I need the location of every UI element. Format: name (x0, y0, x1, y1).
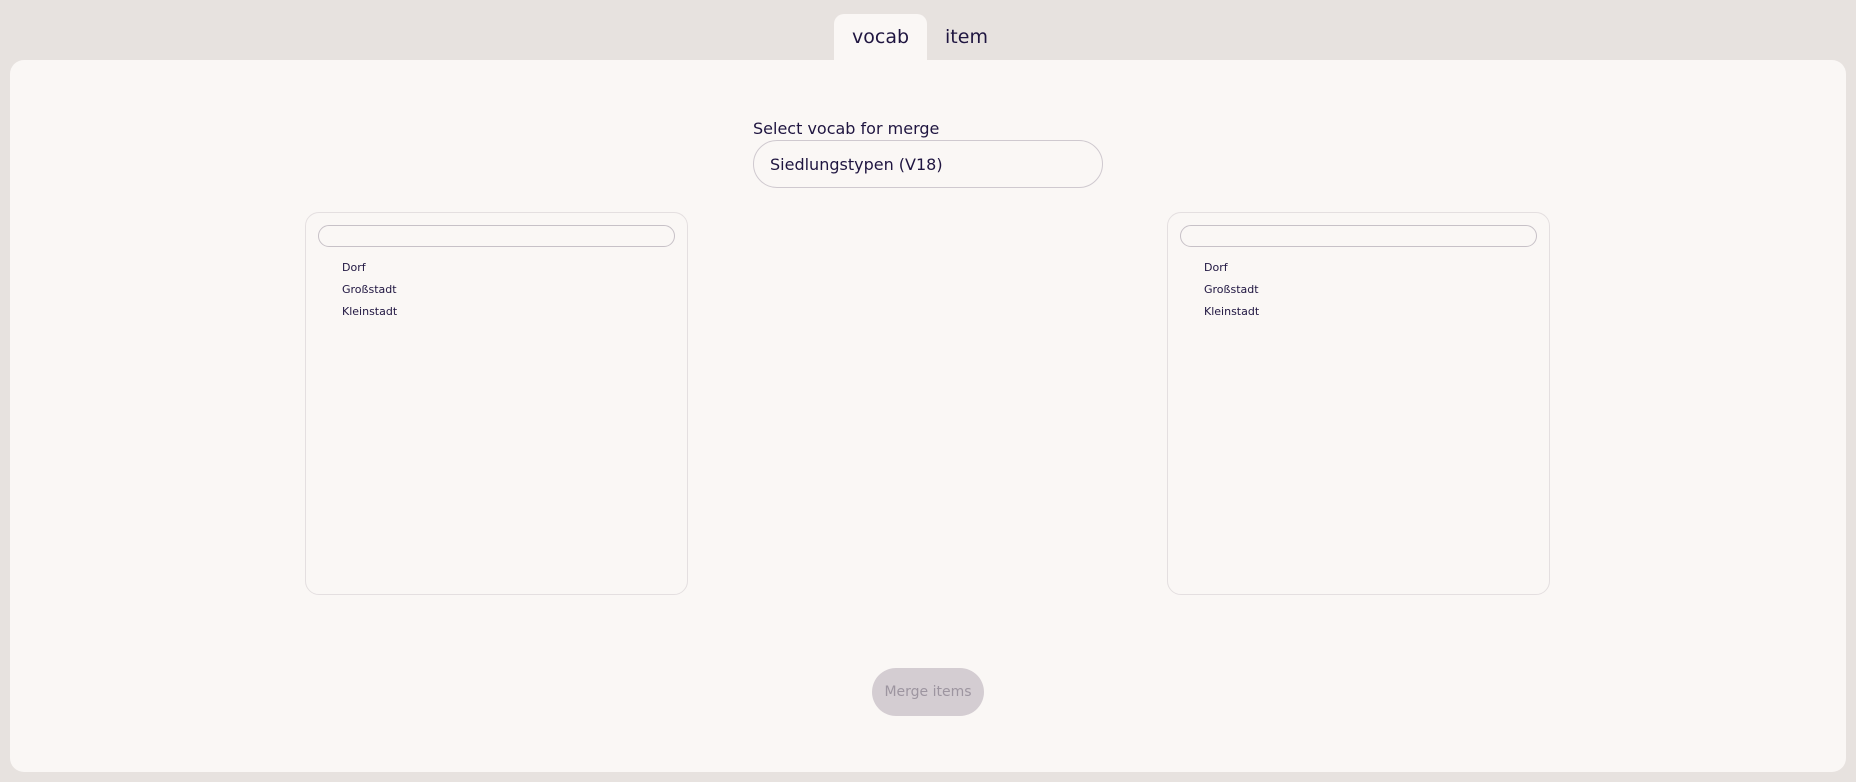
vocab-select[interactable]: Siedlungstypen (V18) (753, 140, 1103, 188)
list-item[interactable]: Großstadt (342, 279, 397, 301)
right-items: Dorf Großstadt Kleinstadt (1204, 257, 1259, 323)
list-item[interactable]: Dorf (1204, 257, 1259, 279)
vocab-select-label: Select vocab for merge (753, 119, 940, 138)
list-item[interactable]: Kleinstadt (1204, 301, 1259, 323)
right-item-list: Dorf Großstadt Kleinstadt (1167, 212, 1550, 595)
tab-bar: vocab item (834, 14, 1006, 60)
main-panel: Select vocab for merge Siedlungstypen (V… (10, 60, 1846, 772)
left-filter-input[interactable] (318, 225, 675, 247)
list-item[interactable]: Großstadt (1204, 279, 1259, 301)
merge-items-button[interactable]: Merge items (872, 668, 984, 716)
tab-vocab[interactable]: vocab (834, 14, 928, 60)
left-items: Dorf Großstadt Kleinstadt (342, 257, 397, 323)
list-item[interactable]: Kleinstadt (342, 301, 397, 323)
right-filter-input[interactable] (1180, 225, 1537, 247)
tab-item[interactable]: item (927, 14, 1006, 60)
left-item-list: Dorf Großstadt Kleinstadt (305, 212, 688, 595)
list-item[interactable]: Dorf (342, 257, 397, 279)
